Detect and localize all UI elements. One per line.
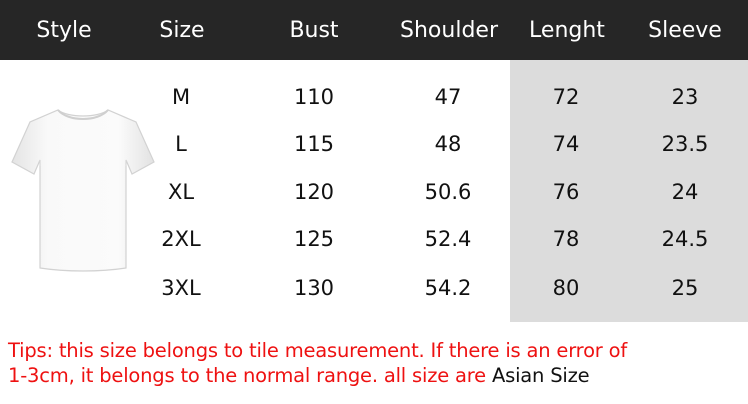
- row-3-length: 76: [552, 180, 580, 204]
- row-4-shoulder: 52.4: [424, 227, 472, 251]
- row-2-sleeve: 23.5: [661, 132, 709, 156]
- row-4-sleeve: 24.5: [661, 227, 709, 251]
- header-bust: Bust: [289, 18, 339, 43]
- row-2-shoulder: 48: [434, 132, 462, 156]
- row-2-length: 74: [552, 132, 580, 156]
- row-5-sleeve: 25: [671, 276, 699, 300]
- row-5-length: 80: [552, 276, 580, 300]
- row-2-bust: 115: [293, 132, 335, 156]
- row-3-bust: 120: [293, 180, 335, 204]
- header-length: Lenght: [529, 18, 605, 43]
- row-4-bust: 125: [293, 227, 335, 251]
- row-3-shoulder: 50.6: [424, 180, 472, 204]
- header-sleeve: Sleeve: [648, 18, 722, 43]
- row-5-bust: 130: [293, 276, 335, 300]
- row-1-length: 72: [552, 85, 580, 109]
- row-1-sleeve: 23: [671, 85, 699, 109]
- header-size: Size: [159, 18, 205, 43]
- row-5-size: 3XL: [161, 276, 201, 300]
- header-shoulder: Shoulder: [400, 18, 498, 43]
- size-table-header: Style Size Bust Shoulder Lenght Sleeve: [0, 0, 748, 60]
- row-1-bust: 110: [293, 85, 335, 109]
- row-3-sleeve: 24: [671, 180, 699, 204]
- row-2-size: L: [175, 132, 187, 156]
- asian-size-emphasis: Asian Size: [491, 364, 590, 387]
- row-1-size: M: [171, 85, 191, 109]
- row-4-size: 2XL: [161, 227, 201, 251]
- row-1-shoulder: 47: [434, 85, 462, 109]
- row-5-shoulder: 54.2: [424, 276, 472, 300]
- tips-line-2-text: 1-3cm, it belongs to the normal range. a…: [8, 364, 492, 387]
- tips-line-2: 1-3cm, it belongs to the normal range. a…: [8, 363, 743, 388]
- tips-line-1: Tips: this size belongs to tile measurem…: [8, 339, 628, 362]
- header-style: Style: [36, 18, 92, 43]
- row-3-size: XL: [167, 180, 195, 204]
- row-4-length: 78: [552, 227, 580, 251]
- size-tips-note: Tips: this size belongs to tile measurem…: [8, 338, 743, 388]
